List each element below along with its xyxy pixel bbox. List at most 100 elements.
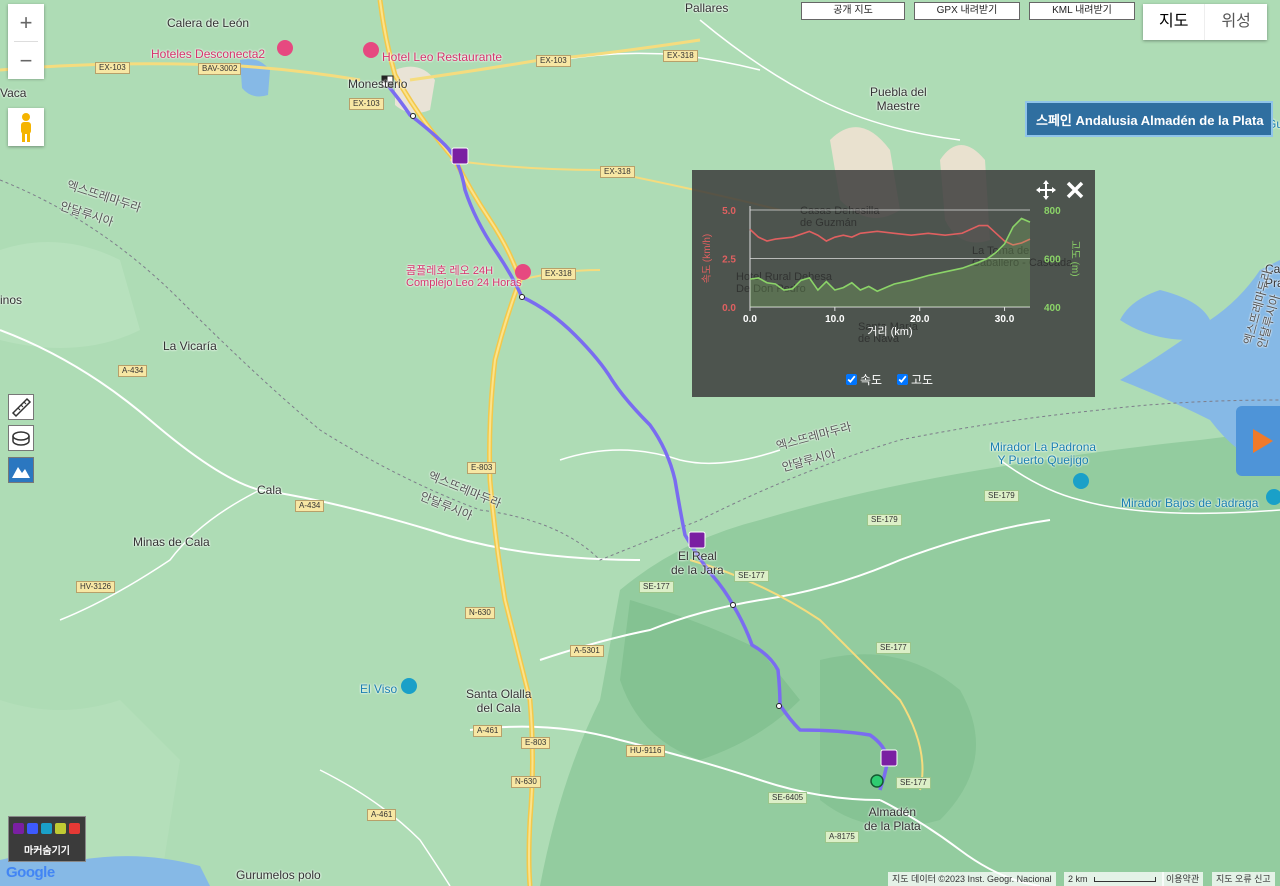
x-tick: 30.0	[995, 314, 1015, 325]
gpx-download-button[interactable]: GPX 내려받기	[914, 2, 1020, 20]
y-tick-left: 2.5	[722, 255, 736, 266]
poi-hotelleo[interactable]: Hotel Leo Restaurante	[382, 50, 502, 64]
location-title: 스페인 Andalusia Almadén de la Plata	[1025, 101, 1273, 137]
road-shield: EX-318	[541, 268, 576, 280]
place-calera: Calera de León	[167, 16, 250, 30]
play-arrow-icon	[1253, 429, 1273, 453]
scale-line	[1094, 877, 1157, 883]
place-monesterio: Monesterio	[348, 77, 408, 91]
road-shield: A-8175	[825, 831, 859, 843]
road-shield: EX-103	[95, 62, 130, 74]
pegman-icon	[21, 113, 31, 142]
road-shield: EX-103	[536, 55, 571, 67]
elevation-area	[750, 218, 1030, 307]
road-shield: SE-179	[984, 490, 1019, 502]
poi-desconecta[interactable]: Hoteles Desconecta2	[151, 47, 265, 61]
elevation-panel: Casas Dehesilla de Guzmán Hotel Rural Dehe…	[692, 170, 1095, 397]
zoom-in-button[interactable]: +	[8, 4, 44, 41]
move-icon[interactable]	[1034, 178, 1058, 202]
road-shield: BAV-3002	[198, 63, 242, 75]
road-shield: A-434	[295, 500, 325, 512]
speed-checkbox[interactable]: 속도	[846, 371, 882, 388]
street-view-pegman[interactable]	[8, 108, 44, 146]
road-shield: SE-177	[896, 777, 931, 789]
place-cala: Cala	[257, 483, 282, 497]
road-shield: N-630	[511, 776, 541, 788]
road-shield: A-461	[367, 809, 397, 821]
speed-line	[749, 224, 1031, 246]
hide-markers-button[interactable]: 마커숨기기	[8, 816, 86, 862]
road-shield: SE-6405	[768, 792, 808, 804]
map-attribution: 지도 데이터 ©2023 Inst. Geogr. Nacional	[888, 872, 1056, 886]
road-shield: HU-9116	[626, 745, 666, 757]
elevation-chart: Casas Dehesillade GuzmánHotel Rural Dehe…	[701, 205, 1080, 345]
y-axis-label-right: 고도 (m)	[1069, 240, 1080, 276]
elevation-tool-button[interactable]	[8, 457, 34, 483]
poi-complejo[interactable]: 콤플레호 레오 24H Complejo Leo 24 Horas	[406, 265, 522, 289]
place-minas: Minas de Cala	[133, 535, 210, 549]
road-shield: E-803	[467, 462, 497, 474]
place-inos: inos	[0, 293, 23, 307]
panel-background-label: Casas Dehesilla	[800, 205, 880, 217]
road-shield: SE-177	[876, 642, 911, 654]
x-tick: 10.0	[825, 314, 845, 325]
x-axis-label: 거리 (km)	[867, 325, 912, 338]
measure-tape-icon	[12, 431, 30, 446]
close-icon[interactable]	[1065, 180, 1085, 200]
elevation-checkbox[interactable]: 고도	[897, 371, 933, 388]
map-type-control: 지도 위성	[1143, 4, 1267, 40]
y-tick-left: 5.0	[722, 206, 736, 217]
poi-jadraga[interactable]: Mirador Bajos de Jadraga	[1121, 496, 1258, 510]
x-tick: 0.0	[743, 314, 757, 325]
elevation-checkbox-input[interactable]	[897, 374, 908, 385]
panel-background-label: de Guzmán	[800, 217, 857, 229]
side-panel-toggle[interactable]	[1236, 406, 1280, 476]
poi-padrona[interactable]: Mirador La Padrona Y Puerto Quejigo	[990, 441, 1096, 467]
place-vicaria: La Vicaría	[163, 339, 217, 353]
ruler-tool-button[interactable]	[8, 394, 34, 420]
map-type-map[interactable]: 지도	[1143, 4, 1204, 40]
place-elreal: El Real de la Jara	[671, 549, 724, 577]
hide-markers-label: 마커숨기기	[24, 846, 70, 857]
scale-bar[interactable]: 2 km	[1064, 872, 1164, 886]
road-shield: EX-318	[663, 50, 698, 62]
zoom-out-button[interactable]: −	[8, 42, 44, 79]
y-axis-label-left: 속도 (km/h)	[701, 234, 713, 284]
kml-download-button[interactable]: KML 내려받기	[1029, 2, 1135, 20]
ruler-icon	[11, 397, 32, 418]
public-map-button[interactable]: 공개 지도	[801, 2, 905, 20]
road-shield: HV-3126	[76, 581, 116, 593]
y-tick-right: 800	[1044, 206, 1061, 217]
road-shield: SE-179	[867, 514, 902, 526]
speed-checkbox-input[interactable]	[846, 374, 857, 385]
road-shield: N-630	[465, 607, 495, 619]
mountain-icon	[12, 467, 30, 478]
map-type-satellite[interactable]: 위성	[1204, 4, 1266, 40]
place-pallares: Pallares	[685, 1, 729, 15]
report-error-link[interactable]: 지도 오류 신고	[1212, 872, 1275, 886]
poi-elviso[interactable]: El Viso	[360, 682, 397, 696]
road-shield: EX-318	[600, 166, 635, 178]
area-tool-button[interactable]	[8, 425, 34, 451]
terms-link[interactable]: 이용약관	[1162, 872, 1204, 886]
speed-checkbox-label: 속도	[860, 373, 883, 387]
elevation-checkbox-label: 고도	[911, 373, 934, 387]
y-tick-left: 0.0	[722, 303, 736, 314]
road-shield: A-461	[473, 725, 503, 737]
scale-label: 2 km	[1068, 874, 1088, 884]
y-tick-right: 400	[1044, 303, 1061, 314]
place-gurumelos: Gurumelos polo	[236, 868, 321, 882]
road-shield: EX-103	[349, 98, 384, 110]
place-santaolalla: Santa Olalla del Cala	[466, 687, 532, 715]
place-vaca: Vaca	[0, 86, 27, 100]
road-shield: A-5301	[570, 645, 604, 657]
place-puebla: Puebla del Maestre	[870, 85, 927, 113]
road-shield: SE-177	[734, 570, 769, 582]
road-shield: SE-177	[639, 581, 674, 593]
google-logo: Google	[6, 864, 55, 881]
marker-icons	[13, 823, 80, 834]
google-logo-text: Google	[6, 864, 55, 881]
road-shield: A-434	[118, 365, 148, 377]
x-tick: 20.0	[910, 314, 930, 325]
place-almaden: Almadén de la Plata	[864, 805, 921, 833]
